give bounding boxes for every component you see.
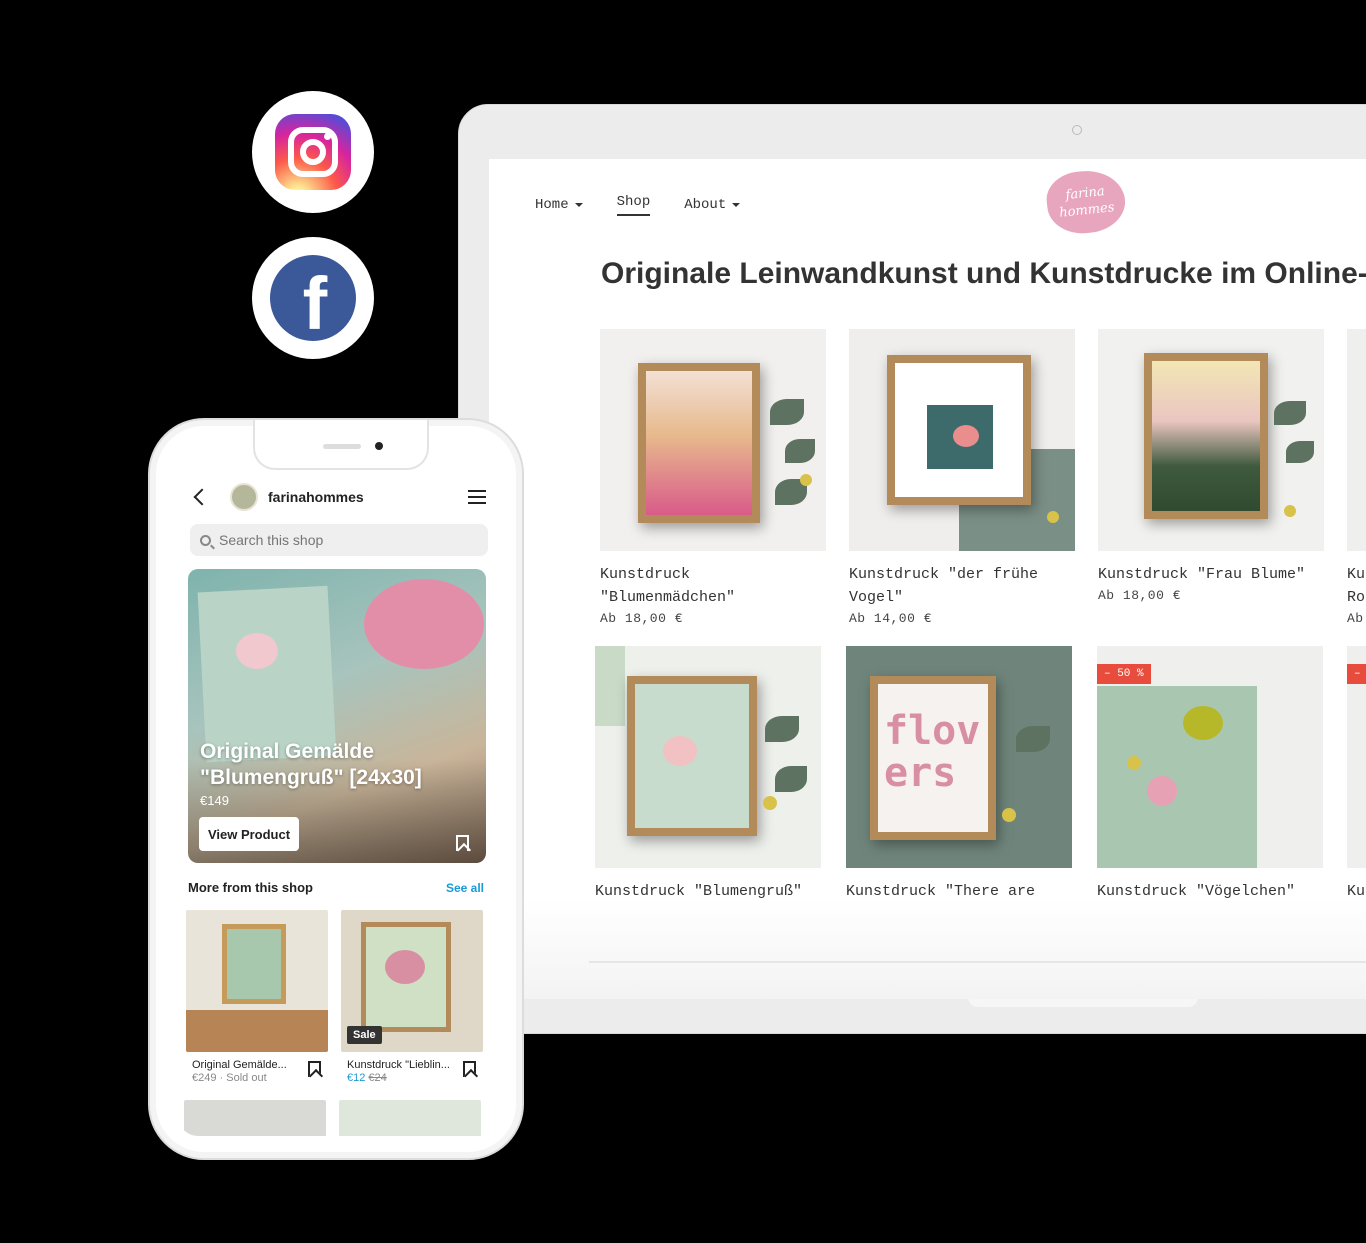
laptop-screen: Home Shop About farina hommes Originale …: [489, 159, 1366, 999]
product-tile[interactable]: Original Gemälde... €249 · Sold out: [186, 910, 328, 1084]
back-arrow-icon[interactable]: [193, 488, 211, 506]
product-card[interactable]: flov ers Kunstdruck "There are: [846, 646, 1072, 903]
phone-notch: [253, 420, 429, 470]
more-from-shop-header: More from this shop See all: [188, 880, 484, 895]
shop-header: farinahommes: [186, 480, 490, 514]
product-tile-image: [186, 910, 328, 1052]
nav-about[interactable]: About: [684, 194, 741, 216]
product-tile-image: [339, 1100, 481, 1136]
brand-logo[interactable]: farina hommes: [1043, 167, 1129, 237]
bookmark-icon[interactable]: [308, 1061, 321, 1077]
shop-username[interactable]: farinahommes: [268, 489, 364, 505]
nav-shop[interactable]: Shop: [616, 194, 651, 216]
product-price: Ab 18,00 €: [600, 611, 684, 626]
instagram-icon: [275, 114, 351, 190]
search-bar[interactable]: [190, 524, 488, 556]
product-price: Ab: [1347, 611, 1364, 626]
site-nav: Home Shop About: [535, 194, 741, 216]
product-image: [1347, 329, 1366, 551]
product-image: flov ers: [846, 646, 1072, 868]
sale-badge: Sale: [347, 1026, 382, 1044]
product-tile-image: [184, 1100, 326, 1136]
product-card[interactable]: – 50 % Kunstdruck "Vögelchen": [1097, 646, 1323, 903]
product-card[interactable]: Kunstdruck "Blumengruß": [595, 646, 821, 903]
product-tile-image: Sale: [341, 910, 483, 1052]
product-tile[interactable]: [339, 1100, 481, 1136]
product-title: Kunstdruck "Blumenmädchen": [600, 566, 736, 606]
chevron-down-icon: [574, 203, 583, 207]
product-tile[interactable]: [184, 1100, 326, 1136]
product-title: Kunstdruck "der frühe Vogel": [849, 566, 1039, 606]
product-image: [1098, 329, 1324, 551]
chevron-down-icon: [732, 203, 741, 207]
product-image: [600, 329, 826, 551]
product-image: [849, 329, 1075, 551]
phone-speaker: [323, 444, 361, 449]
featured-product[interactable]: Original Gemälde "Blumengruß" [24x30] €1…: [188, 569, 486, 863]
product-title: Ku Ro: [1347, 566, 1366, 606]
product-image: [595, 646, 821, 868]
product-image: – 50 %: [1097, 646, 1323, 868]
laptop-camera: [1072, 125, 1082, 135]
featured-title: Original Gemälde "Blumengruß" [24x30]: [200, 740, 422, 789]
search-icon: [200, 534, 211, 546]
page-title: Originale Leinwandkunst und Kunstdrucke …: [601, 257, 1366, 290]
section-title: More from this shop: [188, 880, 313, 895]
phone-camera: [375, 442, 383, 450]
product-card[interactable]: Kunstdruck "Frau Blume" Ab 18,00 €: [1098, 329, 1324, 603]
product-card[interactable]: Kunstdruck "der frühe Vogel" Ab 14,00 €: [849, 329, 1075, 626]
product-image: –: [1347, 646, 1366, 868]
product-card[interactable]: Kunstdruck "Blumenmädchen" Ab 18,00 €: [600, 329, 826, 626]
screen-bottom-fade: [489, 899, 1366, 999]
nav-about-label: About: [684, 197, 727, 213]
facebook-icon: f: [270, 255, 356, 341]
product-card[interactable]: Ku Ro Ab: [1347, 329, 1366, 626]
phone-screen: farinahommes Original Gemälde "Blumengru…: [178, 442, 498, 1136]
discount-badge: – 50 %: [1097, 664, 1151, 684]
hamburger-menu-icon[interactable]: [468, 490, 486, 504]
product-price: Ab 14,00 €: [849, 611, 933, 626]
avatar[interactable]: [230, 483, 258, 511]
product-card[interactable]: – Ku: [1347, 646, 1366, 903]
facebook-badge[interactable]: f: [252, 237, 374, 359]
nav-home[interactable]: Home: [535, 194, 583, 216]
bookmark-icon[interactable]: [456, 835, 469, 851]
bookmark-icon[interactable]: [463, 1061, 476, 1077]
product-price: Ab 18,00 €: [1098, 588, 1182, 603]
nav-home-label: Home: [535, 197, 569, 213]
featured-price: €149: [200, 793, 229, 808]
discount-badge: –: [1347, 664, 1366, 684]
instagram-badge[interactable]: [252, 91, 374, 213]
search-input[interactable]: [219, 532, 469, 548]
see-all-link[interactable]: See all: [446, 881, 484, 895]
divider: [589, 961, 1366, 963]
product-tile[interactable]: Sale Kunstdruck "Lieblin... €12 €24: [341, 910, 483, 1084]
nav-shop-label: Shop: [616, 194, 651, 210]
product-title: Kunstdruck "Frau Blume": [1098, 566, 1306, 583]
view-product-button[interactable]: View Product: [199, 817, 299, 851]
